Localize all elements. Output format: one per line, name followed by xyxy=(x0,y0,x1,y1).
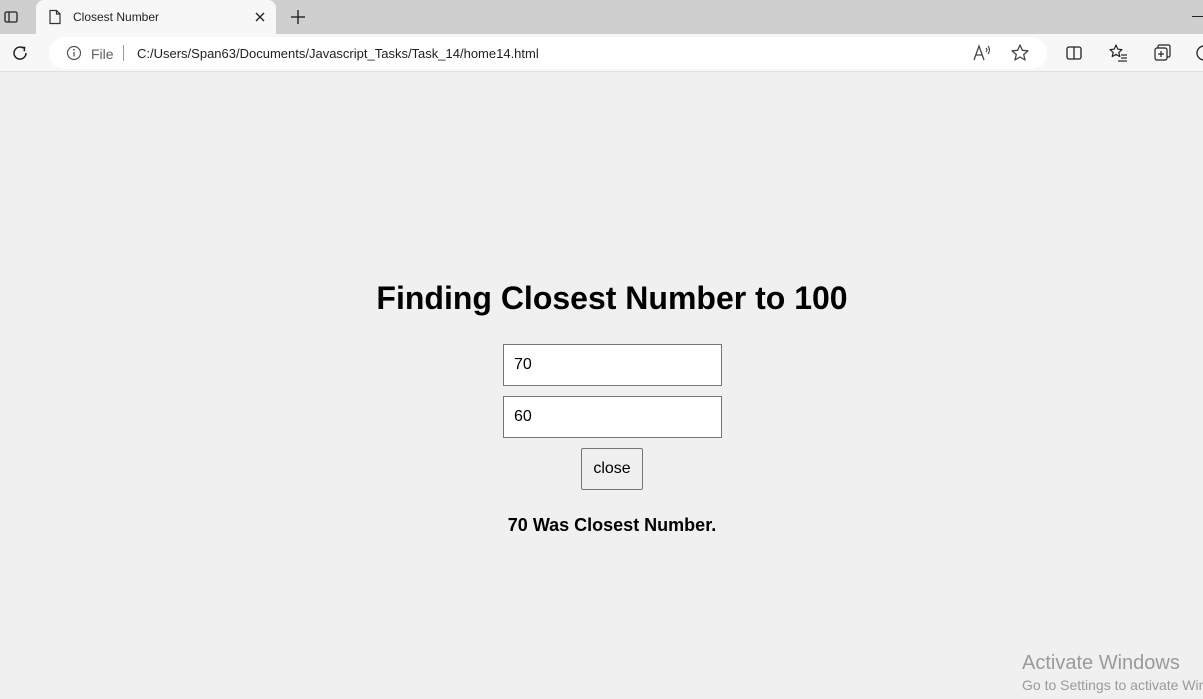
scheme-label: File xyxy=(91,46,114,62)
address-bar[interactable]: File C:/Users/Span63/Documents/Javascrip… xyxy=(49,37,1047,69)
result-text: 70 Was Closest Number. xyxy=(507,515,717,535)
browser-tab[interactable]: Closest Number xyxy=(36,0,276,34)
watermark-subtitle: Go to Settings to activate Windows. xyxy=(1022,677,1203,693)
tab-title: Closest Number xyxy=(73,10,160,24)
page-content: Finding Closest Number to 100 close 70 W… xyxy=(0,73,1203,699)
collections-icon[interactable] xyxy=(1152,43,1172,63)
favorites-icon[interactable] xyxy=(1108,43,1128,63)
info-icon[interactable] xyxy=(66,45,82,61)
close-button[interactable]: close xyxy=(581,448,643,490)
address-separator xyxy=(123,45,124,61)
page-heading: Finding Closest Number to 100 xyxy=(376,280,848,316)
page-icon xyxy=(48,9,62,25)
copilot-icon[interactable] xyxy=(1194,43,1203,63)
star-icon[interactable] xyxy=(1010,43,1030,63)
minimize-icon[interactable] xyxy=(1192,16,1203,17)
split-screen-icon[interactable] xyxy=(1064,43,1084,63)
watermark-title: Activate Windows xyxy=(1022,652,1180,674)
refresh-icon[interactable] xyxy=(10,43,30,63)
activation-watermark: Activate Windows Go to Settings to activ… xyxy=(1022,651,1203,694)
tab-actions-icon[interactable] xyxy=(0,5,22,29)
close-icon[interactable] xyxy=(252,9,268,25)
plus-icon[interactable] xyxy=(287,6,309,28)
read-aloud-icon[interactable] xyxy=(972,44,992,62)
tab-strip: Closest Number xyxy=(0,0,1203,34)
second-number-input[interactable] xyxy=(503,396,722,438)
browser-toolbar: File C:/Users/Span63/Documents/Javascrip… xyxy=(0,34,1203,72)
url-text[interactable]: C:/Users/Span63/Documents/Javascript_Tas… xyxy=(137,46,539,61)
first-number-input[interactable] xyxy=(503,344,722,386)
